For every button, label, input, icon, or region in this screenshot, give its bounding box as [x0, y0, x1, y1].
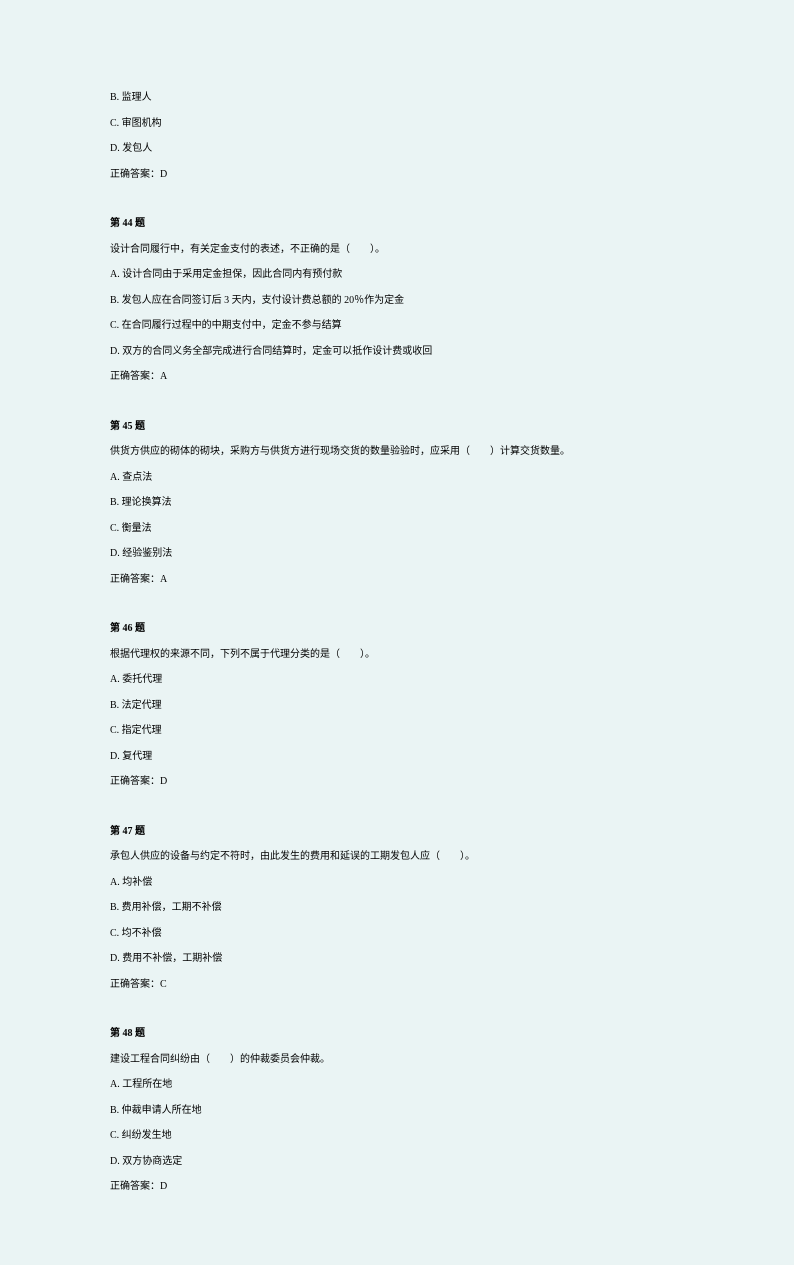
option-line: C. 审图机构: [110, 116, 684, 132]
option-line: C. 衡量法: [110, 521, 684, 537]
question-stem: 根据代理权的来源不同，下列不属于代理分类的是（ ）。: [110, 647, 684, 663]
option-line: D. 经验鉴别法: [110, 546, 684, 562]
question-stem: 建设工程合同纠纷由（ ）的仲裁委员会仲裁。: [110, 1052, 684, 1068]
question-stem: 承包人供应的设备与约定不符时，由此发生的费用和延误的工期发包人应（ ）。: [110, 849, 684, 865]
option-line: D. 费用不补偿，工期补偿: [110, 951, 684, 967]
option-line: C. 纠纷发生地: [110, 1128, 684, 1144]
question-title: 第 48 题: [110, 1026, 684, 1042]
question-title: 第 47 题: [110, 824, 684, 840]
answer-line: 正确答案：A: [110, 369, 684, 385]
option-line: C. 均不补偿: [110, 926, 684, 942]
option-line: A. 设计合同由于采用定金担保，因此合同内有预付款: [110, 267, 684, 283]
answer-line: 正确答案：D: [110, 1179, 684, 1195]
option-line: C. 指定代理: [110, 723, 684, 739]
option-line: A. 委托代理: [110, 672, 684, 688]
option-line: B. 仲裁申请人所在地: [110, 1103, 684, 1119]
option-line: B. 理论换算法: [110, 495, 684, 511]
option-line: B. 费用补偿，工期不补偿: [110, 900, 684, 916]
option-line: D. 双方的合同义务全部完成进行合同结算时，定金可以抵作设计费或收回: [110, 344, 684, 360]
question-stem: 设计合同履行中，有关定金支付的表述，不正确的是（ ）。: [110, 242, 684, 258]
option-line: A. 均补偿: [110, 875, 684, 891]
answer-line: 正确答案：D: [110, 774, 684, 790]
option-line: B. 法定代理: [110, 698, 684, 714]
question-title: 第 44 题: [110, 216, 684, 232]
option-line: A. 查点法: [110, 470, 684, 486]
document-page: B. 监理人 C. 审图机构 D. 发包人 正确答案：D 第 44 题 设计合同…: [0, 0, 794, 1265]
option-line: C. 在合同履行过程中的中期支付中，定金不参与结算: [110, 318, 684, 334]
option-line: A. 工程所在地: [110, 1077, 684, 1093]
option-line: B. 监理人: [110, 90, 684, 106]
option-line: D. 复代理: [110, 749, 684, 765]
answer-line: 正确答案：C: [110, 977, 684, 993]
option-line: B. 发包人应在合同签订后 3 天内，支付设计费总额的 20％作为定金: [110, 293, 684, 309]
answer-line: 正确答案：D: [110, 167, 684, 183]
option-line: D. 双方协商选定: [110, 1154, 684, 1170]
question-title: 第 45 题: [110, 419, 684, 435]
question-title: 第 46 题: [110, 621, 684, 637]
option-line: D. 发包人: [110, 141, 684, 157]
answer-line: 正确答案：A: [110, 572, 684, 588]
question-stem: 供货方供应的砌体的砌块，采购方与供货方进行现场交货的数量验验时，应采用（ ）计算…: [110, 444, 684, 460]
